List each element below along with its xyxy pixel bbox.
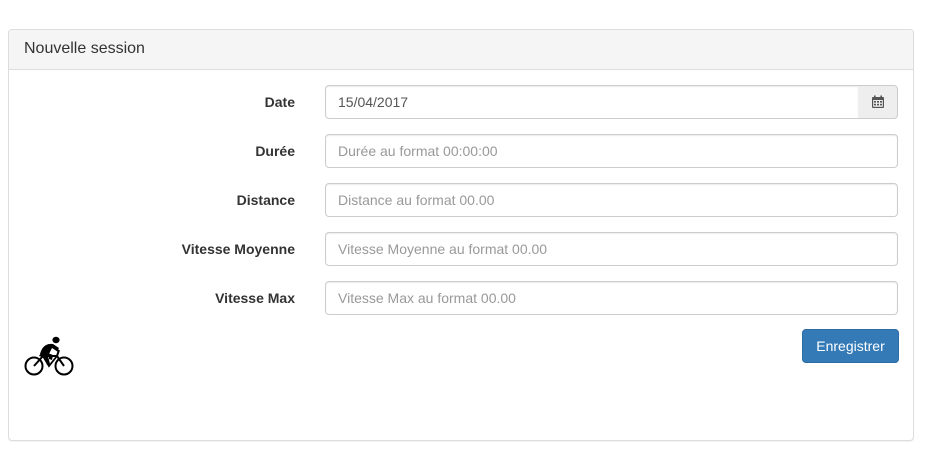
date-row: Date <box>9 85 913 119</box>
calendar-button[interactable] <box>858 85 898 119</box>
save-button[interactable]: Enregistrer <box>802 329 899 363</box>
duree-label: Durée <box>255 143 295 159</box>
vitesse-moyenne-row: Vitesse Moyenne <box>9 232 913 266</box>
panel-title: Nouvelle session <box>9 30 913 70</box>
new-session-panel: Nouvelle session Date Durée Distance <box>8 29 914 441</box>
calendar-icon <box>871 95 884 108</box>
vitesse-moyenne-input[interactable] <box>325 232 898 266</box>
distance-input[interactable] <box>325 183 898 217</box>
vitesse-max-label: Vitesse Max <box>215 290 295 306</box>
duree-row: Durée <box>9 134 913 168</box>
cyclist-icon <box>24 336 74 376</box>
vitesse-max-input[interactable] <box>325 281 898 315</box>
date-label: Date <box>264 94 295 110</box>
distance-row: Distance <box>9 183 913 217</box>
vitesse-max-row: Vitesse Max <box>9 281 913 315</box>
distance-label: Distance <box>236 192 295 208</box>
vitesse-moyenne-label: Vitesse Moyenne <box>181 241 295 257</box>
duree-input[interactable] <box>325 134 898 168</box>
date-input[interactable] <box>325 85 859 119</box>
